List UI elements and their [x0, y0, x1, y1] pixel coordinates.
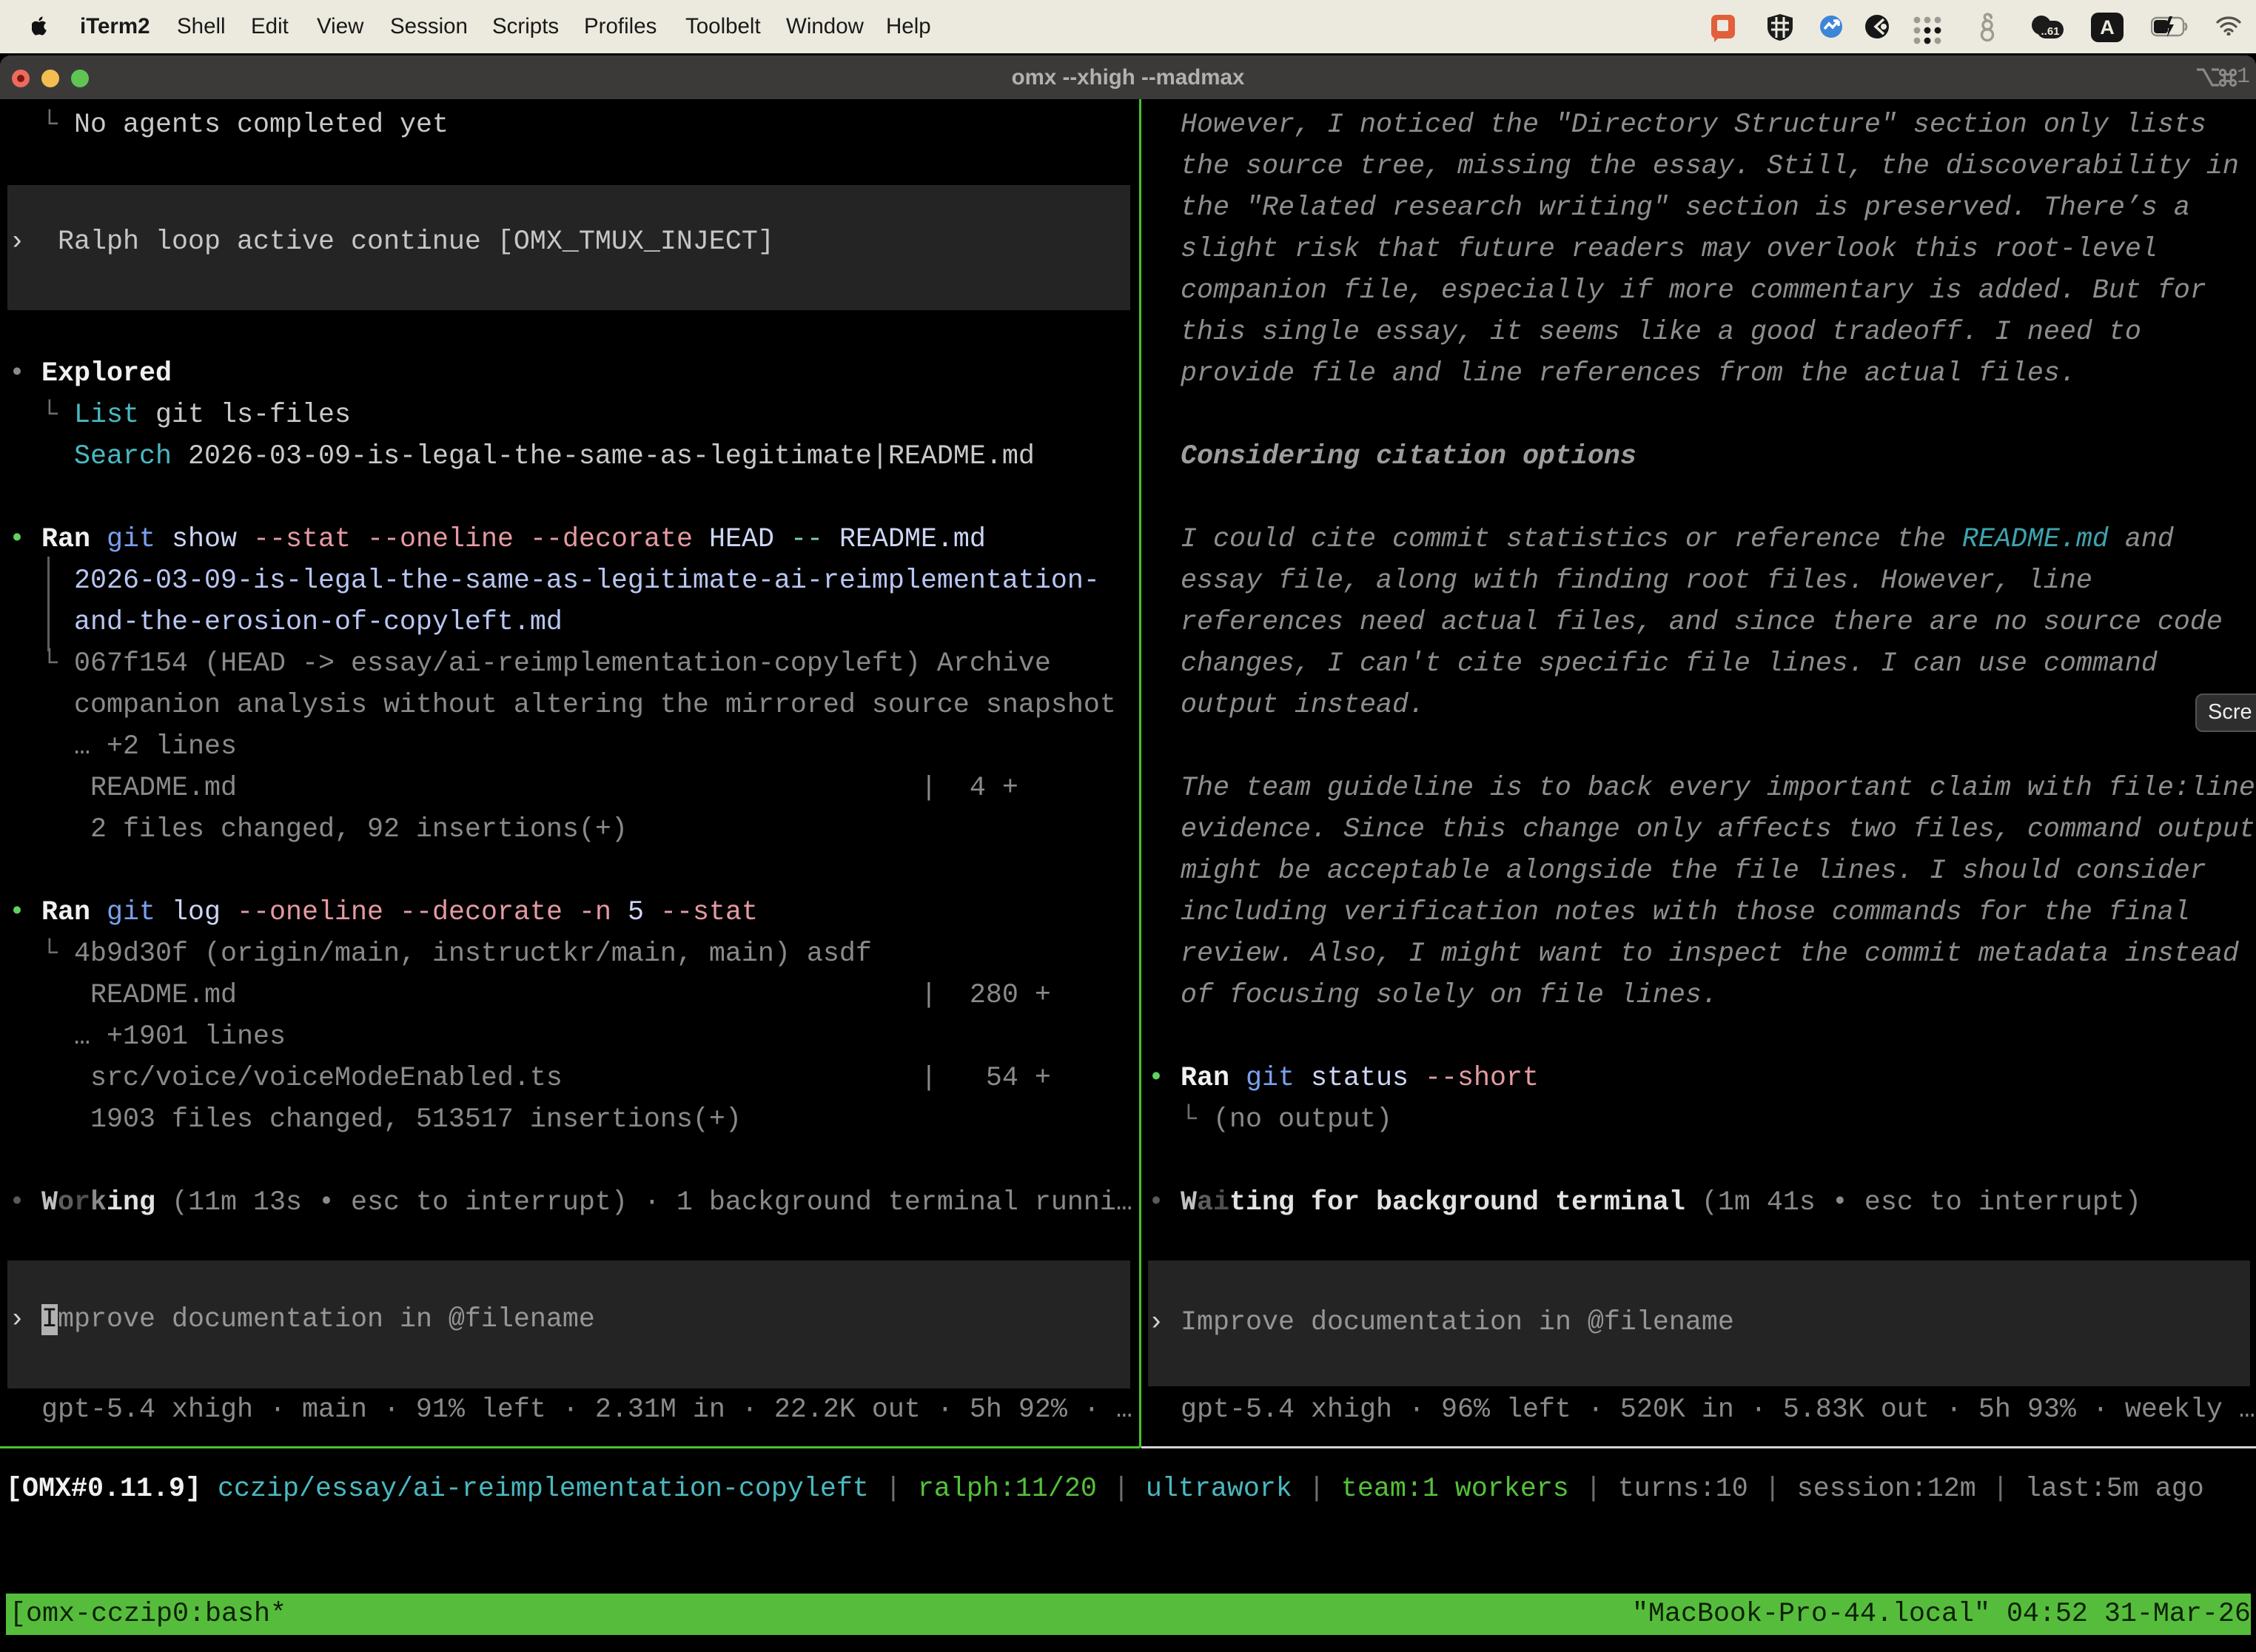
svg-text:..61: ..61 — [2041, 25, 2059, 38]
